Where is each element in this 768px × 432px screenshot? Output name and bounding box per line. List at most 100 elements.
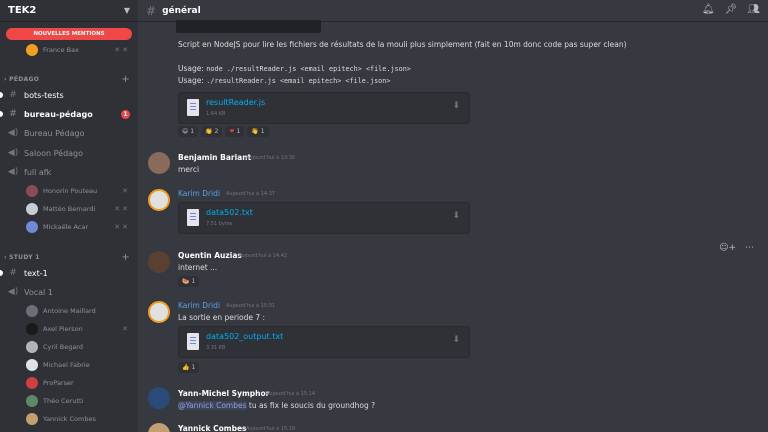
reaction[interactable]: 👏 2 [201,126,223,137]
reaction[interactable]: 👋 1 [247,126,269,137]
file-attachment[interactable]: data502_output.txt 3.31 KB ⬇ [178,326,470,358]
channel-title: général [162,5,201,16]
avatar [26,185,38,197]
message-author[interactable]: Karim Dridi [178,189,220,198]
channel-bureau-pedago[interactable]: # bureau-pédago 1 [0,106,130,122]
avatar [26,44,38,56]
message-hover-toolbar: ☺+ ⋯ [719,243,754,253]
download-icon[interactable]: ⬇ [452,101,460,111]
category-study-1[interactable]: › STUDY 1 + [4,252,130,263]
message-text: merci [178,165,200,174]
message-timestamp: Aujourd'hui à 15:14 [266,391,316,397]
avatar [26,203,38,215]
avatar [26,395,38,407]
add-reaction-icon[interactable]: ☺+ [719,243,736,253]
hash-icon: # [146,3,157,18]
file-attachment[interactable]: resultReader.js 1.64 KB ⬇ [178,92,470,124]
voice-user[interactable]: Michael Fabrie [26,357,130,373]
new-mentions-banner[interactable]: NOUVELLES MENTIONS [6,28,132,40]
voice-channel-vocal-1[interactable]: ◀) Vocal 1 [6,284,130,300]
avatar [26,221,38,233]
hash-icon: # [9,90,17,100]
message-author[interactable]: Yann-Michel Symphor [178,389,269,398]
message-author[interactable]: Karim Dridi [178,301,220,310]
file-name-link[interactable]: resultReader.js [206,98,265,107]
avatar[interactable] [148,152,170,174]
message-timestamp: Aujourd'hui à 14:37 [226,191,276,197]
voice-user[interactable]: Antoine Maillard [26,303,130,319]
channel-header: # général [138,0,768,22]
members-icon[interactable]: 👥︎ [747,4,760,15]
mute-icon: ✕ [122,325,130,333]
reaction[interactable]: 😄 1 [178,126,199,137]
voice-channel-saloon-pedago[interactable]: ◀) Saloon Pédago [6,145,130,161]
voice-user[interactable]: France Bax ✕✕ [26,42,130,58]
channel-text-1[interactable]: # text-1 [0,265,130,281]
mention-badge: 1 [121,109,130,119]
voice-user[interactable]: Théo Cerutti [26,393,130,409]
user-mention[interactable]: @Yannick Combes [178,401,247,410]
file-name-link[interactable]: data502_output.txt [206,332,283,341]
voice-user[interactable]: Axel Pierson ✕ [26,321,130,337]
speaker-icon: ◀) [7,167,19,177]
voice-user[interactable]: Yannick Combes [26,411,130,427]
unread-indicator [0,92,3,98]
file-icon [187,209,199,226]
voice-user[interactable]: Honorin Pouteau ✕ [26,183,130,199]
channel-sidebar: TEK2 ▼ NOUVELLES MENTIONS France Bax ✕✕ … [0,0,138,432]
unread-indicator [0,270,3,276]
avatar [26,323,38,335]
speaker-icon: ◀) [7,287,19,297]
avatar [26,359,38,371]
file-icon [187,99,199,116]
mute-deafen-icons: ✕✕ [114,223,130,231]
voice-channel-bureau-pedago[interactable]: ◀) Bureau Pédago [6,125,130,141]
message-text: @Yannick Combes tu as fix le soucis du g… [178,401,376,410]
message-timestamp: Aujourd'hui à 14:42 [238,253,288,259]
voice-channel-full-afk[interactable]: ◀) full afk [6,164,130,180]
pin-icon[interactable]: 📌︎ [725,4,738,15]
message-text: Usage: ./resultReader.js <email epitech>… [178,76,391,85]
message-author[interactable]: Benjamin Bariant [178,153,251,162]
channel-bots-tests[interactable]: # bots-tests [0,87,130,103]
avatar [26,305,38,317]
chat-area: # général 🔔︎ 📌︎ 👥︎ Script en NodeJS pour… [138,0,768,432]
add-channel-icon[interactable]: + [121,74,130,85]
avatar [26,377,38,389]
mute-deafen-icons: ✕✕ [114,46,130,54]
guild-name: TEK2 [8,5,37,16]
file-icon [187,333,199,350]
more-options-icon[interactable]: ⋯ [745,243,754,253]
file-attachment[interactable]: data502.txt 7.51 bytes ⬇ [178,202,470,234]
file-size: 7.51 bytes [206,221,233,227]
avatar[interactable] [148,251,170,273]
voice-user[interactable]: ProParser [26,375,130,391]
avatar[interactable] [148,189,170,211]
speaker-icon: ◀) [7,128,19,138]
message-author[interactable]: Quentin Auzias [178,251,242,260]
reaction[interactable]: 👍 1 [178,362,200,373]
category-pedago[interactable]: › PÉDAGO + [4,74,130,85]
file-name-link[interactable]: data502.txt [206,208,253,217]
speaker-icon: ◀) [7,148,19,158]
bell-icon[interactable]: 🔔︎ [702,4,715,15]
download-icon[interactable]: ⬇ [452,211,460,221]
reaction[interactable]: 🍉 1 [178,276,200,287]
avatar[interactable] [148,423,170,432]
voice-user[interactable]: Mattéo Bernardi ✕✕ [26,201,130,217]
add-channel-icon[interactable]: + [121,252,130,263]
file-size: 3.31 KB [206,345,226,351]
avatar[interactable] [148,301,170,323]
guild-header[interactable]: TEK2 ▼ [0,0,138,22]
message-author[interactable]: Yannick Combes [178,424,247,432]
reaction[interactable]: ❤ 1 [225,126,245,137]
voice-user[interactable]: Cyril Begard [26,339,130,355]
message-text: La sortie en periode 7 : [178,313,266,322]
voice-user[interactable]: Mickaële Acar ✕✕ [26,219,130,235]
message-timestamp: Aujourd'hui à 15:18 [246,426,296,432]
header-toolbar: 🔔︎ 📌︎ 👥︎ [702,4,760,15]
chevron-down-icon[interactable]: ▼ [124,6,130,15]
unread-indicator [0,111,3,117]
download-icon[interactable]: ⬇ [452,335,460,345]
avatar[interactable] [148,387,170,409]
